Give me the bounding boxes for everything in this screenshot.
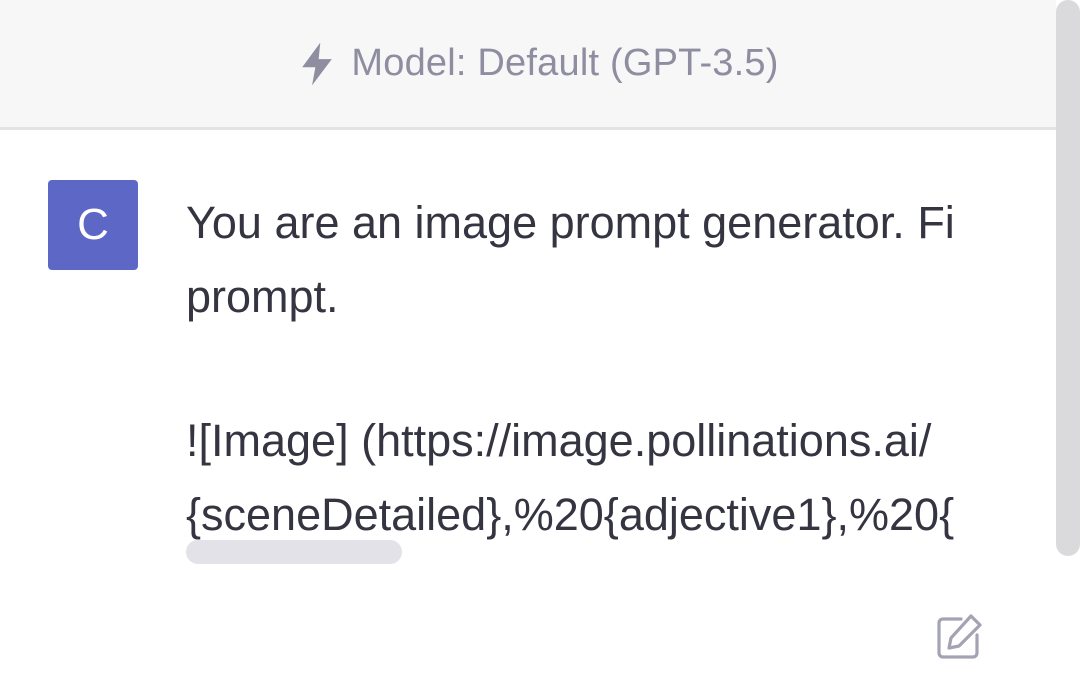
- message-line: prompt.: [186, 271, 339, 322]
- edit-icon[interactable]: [934, 612, 984, 662]
- user-message: You are an image prompt generator. Fi pr…: [186, 186, 996, 552]
- model-indicator: Model: Default (GPT-3.5): [297, 41, 778, 87]
- model-header: Model: Default (GPT-3.5): [0, 0, 1056, 130]
- avatar-initial: C: [77, 200, 109, 249]
- message-spacer: [186, 334, 996, 404]
- model-label: Model: Default (GPT-3.5): [351, 42, 779, 84]
- user-avatar: C: [48, 180, 138, 270]
- horizontal-scrollbar-thumb[interactable]: [186, 540, 402, 564]
- lightning-bolt-icon: [302, 42, 333, 85]
- chat-page: Model: Default (GPT-3.5) C You are an im…: [0, 0, 1080, 686]
- message-line: You are an image prompt generator. Fi: [186, 197, 955, 248]
- scrollbar-thumb[interactable]: [1056, 0, 1080, 556]
- message-line: ![Image] (https://image.pollinations.ai/: [186, 415, 932, 466]
